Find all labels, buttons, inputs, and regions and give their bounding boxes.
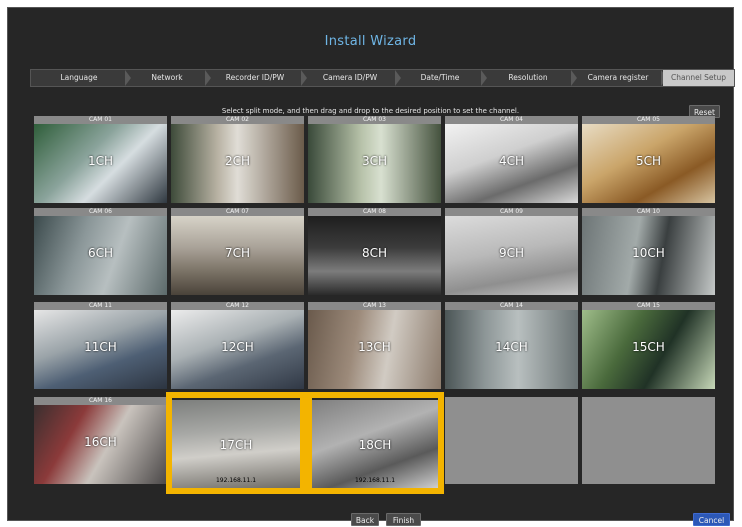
camera-tile-5[interactable]: CAM 05 5CH <box>582 116 715 203</box>
camera-tile-3[interactable]: CAM 03 3CH <box>308 116 441 203</box>
cam-label: CAM 12 <box>171 302 304 310</box>
step-date-time[interactable]: Date/Time <box>397 70 487 86</box>
step-language[interactable]: Language <box>31 70 131 86</box>
camera-tile-15[interactable]: CAM 15 15CH <box>582 302 715 389</box>
empty-slot-20[interactable] <box>582 397 715 484</box>
cam-label: CAM 08 <box>308 208 441 216</box>
cam-label: CAM 09 <box>445 208 578 216</box>
channel-label: 7CH <box>224 246 251 260</box>
channel-label: 5CH <box>635 154 662 168</box>
camera-tile-4[interactable]: CAM 04 4CH <box>445 116 578 203</box>
cam-label: CAM 05 <box>582 116 715 124</box>
camera-tile-13[interactable]: CAM 13 13CH <box>308 302 441 389</box>
wizard-steps-bar: Language Network Recorder ID/PW Camera I… <box>30 69 735 87</box>
channel-label: 12CH <box>221 340 254 354</box>
channel-label: 18CH <box>358 438 392 452</box>
step-camera-id-pw[interactable]: Camera ID/PW <box>303 70 401 86</box>
camera-tile-11[interactable]: CAM 11 11CH <box>34 302 167 389</box>
cam-label: CAM 02 <box>171 116 304 124</box>
ip-address-label: 192.168.11.1 <box>354 477 396 484</box>
camera-tile-1[interactable]: CAM 01 1CH <box>34 116 167 203</box>
camera-tile-17[interactable]: 17CH 192.168.11.1 <box>172 400 300 488</box>
step-camera-register[interactable]: Camera register <box>573 70 667 86</box>
channel-label: 4CH <box>498 154 525 168</box>
cam-label: CAM 07 <box>171 208 304 216</box>
channel-label: 2CH <box>224 154 251 168</box>
cancel-button[interactable]: Cancel <box>693 513 730 526</box>
camera-tile-12[interactable]: CAM 12 12CH <box>171 302 304 389</box>
channel-label: 11CH <box>84 340 117 354</box>
cam-label: CAM 15 <box>582 302 715 310</box>
cam-label: CAM 04 <box>445 116 578 124</box>
ip-address-label: 192.168.11.1 <box>215 477 257 484</box>
step-network[interactable]: Network <box>127 70 211 86</box>
step-recorder-id-pw[interactable]: Recorder ID/PW <box>207 70 307 86</box>
camera-tile-7[interactable]: CAM 07 7CH <box>171 208 304 295</box>
window-title: Install Wizard <box>324 34 417 49</box>
cam-label: CAM 10 <box>582 208 715 216</box>
back-button[interactable]: Back <box>351 513 379 526</box>
camera-tile-16[interactable]: CAM 16 16CH <box>34 397 167 484</box>
channel-label: 1CH <box>87 154 114 168</box>
cam-label: CAM 13 <box>308 302 441 310</box>
instruction-text: Select split mode, and then drag and dro… <box>221 107 520 115</box>
cam-label: CAM 14 <box>445 302 578 310</box>
channel-label: 16CH <box>84 435 117 449</box>
camera-tile-9[interactable]: CAM 09 9CH <box>445 208 578 295</box>
channel-label: 13CH <box>358 340 391 354</box>
channel-label: 17CH <box>219 438 253 452</box>
camera-tile-18[interactable]: 18CH 192.168.11.1 <box>312 400 438 488</box>
empty-slot-19[interactable] <box>445 397 578 484</box>
step-resolution[interactable]: Resolution <box>483 70 577 86</box>
cam-label: CAM 01 <box>34 116 167 124</box>
channel-label: 15CH <box>632 340 665 354</box>
install-wizard-window: Install Wizard Language Network Recorder… <box>7 7 735 526</box>
camera-tile-10[interactable]: CAM 10 10CH <box>582 208 715 295</box>
channel-label: 9CH <box>498 246 525 260</box>
cam-label: CAM 16 <box>34 397 167 405</box>
finish-button[interactable]: Finish <box>386 513 421 526</box>
channel-label: 6CH <box>87 246 114 260</box>
channel-label: 3CH <box>361 154 388 168</box>
step-channel-setup[interactable]: Channel Setup <box>663 70 734 86</box>
cam-label: CAM 03 <box>308 116 441 124</box>
camera-tile-8[interactable]: CAM 08 8CH <box>308 208 441 295</box>
channel-label: 14CH <box>495 340 528 354</box>
cam-label: CAM 06 <box>34 208 167 216</box>
cam-label: CAM 11 <box>34 302 167 310</box>
camera-tile-6[interactable]: CAM 06 6CH <box>34 208 167 295</box>
camera-tile-14[interactable]: CAM 14 14CH <box>445 302 578 389</box>
channel-label: 10CH <box>632 246 665 260</box>
channel-label: 8CH <box>361 246 388 260</box>
camera-tile-2[interactable]: CAM 02 2CH <box>171 116 304 203</box>
